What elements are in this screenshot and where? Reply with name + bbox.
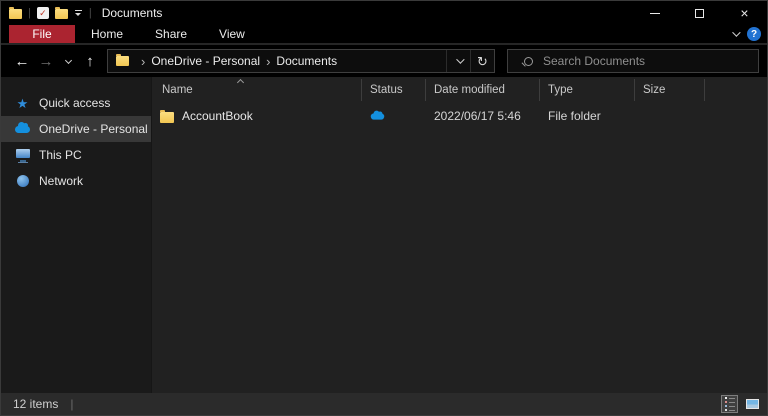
file-date-modified: 2022/06/17 5:46	[434, 109, 521, 123]
column-header-type[interactable]: Type	[540, 79, 635, 101]
folder-icon	[116, 54, 129, 66]
properties-check-icon[interactable]: ✓	[36, 7, 49, 19]
maximize-icon	[695, 8, 704, 18]
large-icons-view-button[interactable]	[744, 395, 761, 413]
expand-ribbon-chevron-icon[interactable]	[732, 28, 741, 37]
main-area: ★ Quick access OneDrive - Personal This …	[1, 77, 767, 393]
address-dropdown-button[interactable]	[446, 50, 470, 72]
customize-toolbar-chevron-icon[interactable]	[74, 10, 83, 16]
folder-icon[interactable]	[54, 7, 68, 19]
search-input[interactable]	[543, 54, 752, 68]
forward-button[interactable]: →	[35, 54, 57, 69]
maximize-button[interactable]	[677, 1, 722, 25]
column-header-name[interactable]: Name	[152, 79, 362, 101]
help-icon[interactable]: ?	[747, 27, 761, 41]
details-view-icon	[724, 396, 735, 412]
sidebar-item-onedrive[interactable]: OneDrive - Personal	[1, 116, 151, 142]
monitor-icon	[15, 148, 30, 163]
window-controls: ×	[632, 1, 767, 25]
separator: |	[70, 397, 74, 411]
breadcrumb-chevron-icon: ›	[141, 53, 146, 69]
tab-view[interactable]: View	[203, 25, 261, 43]
breadcrumb-chevron-icon: ›	[266, 53, 271, 69]
search-icon	[524, 56, 533, 66]
onedrive-cloud-icon	[15, 122, 30, 133]
explorer-window: | ✓ | Documents × File Home Share View ?…	[0, 0, 768, 416]
details-view-button[interactable]	[721, 395, 738, 413]
separator: |	[88, 7, 92, 19]
close-icon: ×	[740, 5, 749, 21]
refresh-icon: ↻	[477, 53, 488, 69]
window-title: Documents	[101, 6, 163, 20]
minimize-button[interactable]	[632, 1, 677, 25]
breadcrumb-onedrive[interactable]: OneDrive - Personal	[151, 54, 260, 68]
file-row[interactable]: AccountBook 2022/06/17 5:46 File folder	[152, 104, 767, 128]
onedrive-status-cloud-icon	[370, 109, 385, 120]
back-button[interactable]: ←	[11, 54, 33, 69]
tab-file[interactable]: File	[9, 25, 75, 43]
ribbon-tab-row: File Home Share View ?	[1, 25, 767, 45]
breadcrumb-documents[interactable]: Documents	[276, 54, 337, 68]
column-header-filler	[705, 79, 767, 101]
tab-share[interactable]: Share	[139, 25, 203, 43]
sidebar-item-label: Network	[39, 174, 84, 188]
sidebar-item-network[interactable]: Network	[1, 168, 151, 194]
column-headers: Name Status Date modified Type Size	[152, 78, 767, 101]
sidebar-item-quick-access[interactable]: ★ Quick access	[1, 90, 151, 116]
file-name: AccountBook	[182, 109, 253, 123]
status-bar: 12 items |	[1, 393, 767, 415]
tab-home[interactable]: Home	[75, 25, 139, 43]
network-icon	[16, 175, 29, 187]
sidebar-item-this-pc[interactable]: This PC	[1, 142, 151, 168]
sidebar-item-label: Quick access	[39, 96, 111, 110]
ribbon-right-controls: ?	[732, 25, 767, 43]
sidebar-item-label: This PC	[39, 148, 82, 162]
close-button[interactable]: ×	[722, 1, 767, 25]
column-header-date-modified[interactable]: Date modified	[426, 79, 540, 101]
recent-locations-chevron-icon[interactable]	[59, 56, 77, 64]
file-list-pane: Name Status Date modified Type Size Acco…	[151, 77, 767, 393]
search-box[interactable]	[507, 49, 759, 73]
sidebar-item-label: OneDrive - Personal	[39, 122, 148, 136]
folder-icon	[160, 109, 174, 123]
separator: |	[28, 7, 31, 19]
navigation-bar: ← → ↑ › OneDrive - Personal › Documents …	[1, 45, 767, 77]
items-count: 12 items	[13, 397, 59, 411]
up-button[interactable]: ↑	[79, 54, 101, 69]
address-bar[interactable]: › OneDrive - Personal › Documents ↻	[107, 49, 495, 73]
navigation-pane: ★ Quick access OneDrive - Personal This …	[1, 77, 151, 393]
thumbnail-view-icon	[746, 399, 759, 409]
chevron-down-icon	[455, 55, 465, 64]
titlebar: | ✓ | Documents ×	[1, 1, 767, 25]
folder-icon	[9, 7, 22, 19]
star-icon: ★	[16, 95, 29, 111]
column-header-status[interactable]: Status	[362, 79, 426, 101]
view-toggle-buttons	[721, 395, 761, 413]
file-type: File folder	[548, 109, 601, 123]
minimize-icon	[649, 12, 660, 14]
refresh-button[interactable]: ↻	[470, 50, 494, 72]
column-header-size[interactable]: Size	[635, 79, 705, 101]
quick-access-toolbar: | ✓ | Documents	[1, 6, 162, 20]
